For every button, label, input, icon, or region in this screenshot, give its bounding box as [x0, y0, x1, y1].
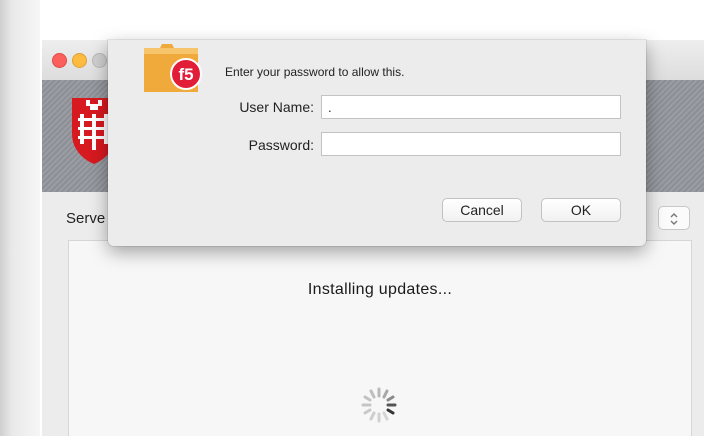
password-dialog: f5 Enter your password to allow this. Us… — [108, 40, 646, 246]
password-field[interactable] — [321, 132, 621, 156]
close-window-icon[interactable] — [52, 53, 67, 68]
username-field[interactable] — [321, 95, 621, 119]
dialog-prompt: Enter your password to allow this. — [225, 65, 405, 79]
server-label: Serve — [66, 210, 106, 227]
minimize-window-icon[interactable] — [72, 53, 87, 68]
status-panel: Installing updates... — [68, 240, 692, 436]
f5-icon: f5 — [144, 44, 202, 92]
ok-button[interactable]: OK — [541, 198, 621, 222]
password-label: Password: — [248, 137, 314, 153]
screen-top-edge — [0, 0, 704, 14]
status-text: Installing updates... — [307, 281, 453, 298]
f5-badge-text: f5 — [178, 65, 193, 84]
chevron-updown-icon — [670, 212, 678, 225]
username-label: User Name: — [239, 99, 314, 115]
cancel-button[interactable]: Cancel — [442, 198, 522, 222]
zoom-window-icon[interactable] — [92, 53, 107, 68]
spinner-icon — [361, 387, 397, 423]
screen-bevel — [0, 0, 40, 436]
server-select[interactable] — [658, 206, 690, 230]
